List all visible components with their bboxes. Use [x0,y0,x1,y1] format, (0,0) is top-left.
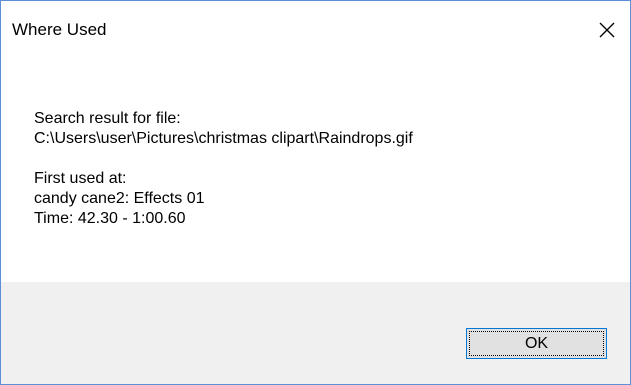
close-icon [599,22,615,38]
first-used-label: First used at: [34,170,127,187]
title-bar[interactable]: Where Used [1,1,630,59]
message-text: Search result for file: C:\Users\user\Pi… [34,109,413,229]
search-result-heading: Search result for file: [34,110,181,127]
button-bar: OK [1,282,630,384]
file-path: C:\Users\user\Pictures\christmas clipart… [34,130,413,147]
close-button[interactable] [584,1,630,59]
ok-button-label: OK [524,334,549,352]
usage-time: Time: 42.30 - 1:00.60 [34,210,186,227]
usage-location: candy cane2: Effects 01 [34,190,205,207]
where-used-dialog: Where Used Search result for file: C:\Us… [0,0,631,385]
ok-button[interactable]: OK [466,328,607,359]
message-area: Search result for file: C:\Users\user\Pi… [1,59,630,282]
dialog-title: Where Used [12,20,107,39]
